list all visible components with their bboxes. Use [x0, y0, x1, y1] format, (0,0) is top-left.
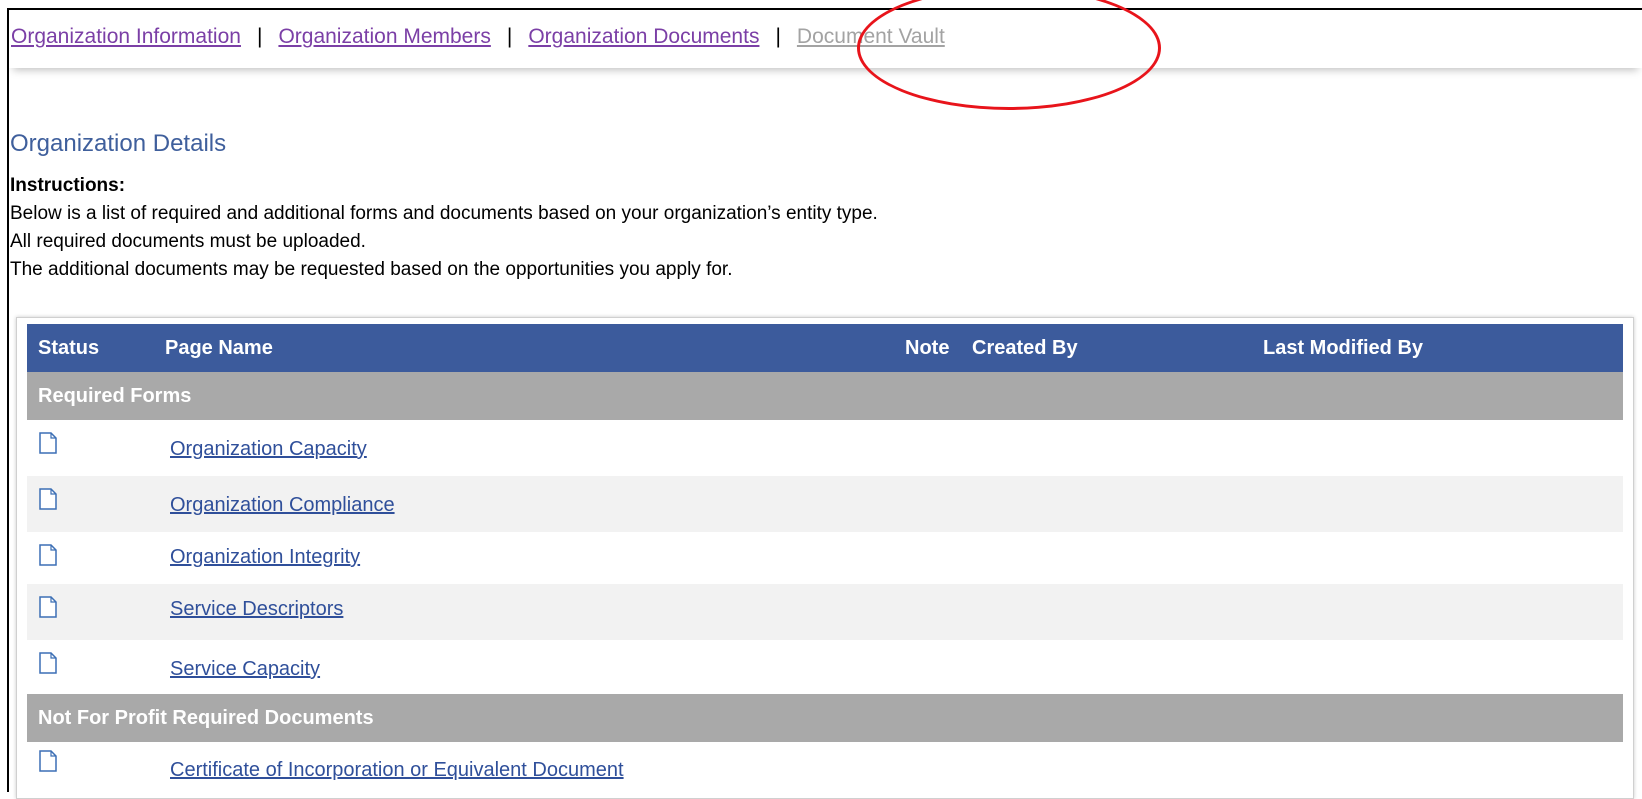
column-header-created-by[interactable]: Created By	[972, 337, 1078, 360]
group-title: Required Forms	[38, 385, 192, 407]
table-row: Certificate of Incorporation or Equivale…	[27, 742, 1623, 798]
nav-separator: |	[506, 25, 513, 48]
documents-table-container: Status Page Name Note Created By Last Mo…	[16, 317, 1634, 799]
instructions-block: Instructions: Below is a list of require…	[10, 172, 878, 284]
column-header-page-name[interactable]: Page Name	[165, 337, 273, 360]
column-header-last-modified-by[interactable]: Last Modified By	[1263, 337, 1423, 360]
row-link-organization-integrity[interactable]: Organization Integrity	[170, 546, 360, 569]
table-row: Organization Integrity	[27, 532, 1623, 584]
nav-separator: |	[775, 25, 781, 48]
column-header-status[interactable]: Status	[38, 337, 99, 360]
table-row: Organization Capacity	[27, 420, 1623, 476]
page-title: Organization Details	[10, 130, 227, 157]
top-navigation: Organization Information | Organization Me…	[9, 10, 1642, 68]
group-title: Not For Profit Required Documents	[38, 707, 374, 729]
document-icon[interactable]	[39, 544, 57, 566]
nav-link-organization-information[interactable]: Organization Information	[11, 25, 241, 48]
column-header-note[interactable]: Note	[905, 337, 949, 360]
table-row: Service Descriptors	[27, 584, 1623, 640]
document-icon[interactable]	[39, 488, 57, 510]
document-icon[interactable]	[39, 432, 57, 454]
nav-link-organization-documents[interactable]: Organization Documents	[528, 25, 759, 48]
table-row: Service Capacity	[27, 640, 1623, 694]
table-header: Status Page Name Note Created By Last Mo…	[27, 324, 1623, 372]
row-link-organization-capacity[interactable]: Organization Capacity	[170, 438, 367, 461]
nav-link-organization-members[interactable]: Organization Members	[278, 25, 490, 48]
document-icon[interactable]	[39, 652, 57, 674]
documents-table: Status Page Name Note Created By Last Mo…	[27, 324, 1623, 798]
instructions-label: Instructions:	[10, 175, 126, 196]
group-header-not-for-profit-required-documents: Not For Profit Required Documents	[27, 694, 1623, 742]
instructions-line: Below is a list of required and addition…	[10, 203, 878, 224]
row-link-certificate-of-incorporation[interactable]: Certificate of Incorporation or Equivale…	[170, 759, 624, 782]
nav-links: Organization Information | Organization Me…	[11, 25, 945, 49]
group-header-required-forms: Required Forms	[27, 372, 1623, 420]
row-link-organization-compliance[interactable]: Organization Compliance	[170, 494, 395, 517]
row-link-service-descriptors[interactable]: Service Descriptors	[170, 598, 343, 621]
nav-separator: |	[256, 25, 263, 48]
table-row: Organization Compliance	[27, 476, 1623, 532]
row-link-service-capacity[interactable]: Service Capacity	[170, 658, 320, 681]
instructions-line: All required documents must be uploaded.	[10, 231, 366, 252]
document-icon[interactable]	[39, 750, 57, 772]
instructions-line: The additional documents may be requeste…	[10, 259, 733, 280]
document-icon[interactable]	[39, 596, 57, 618]
